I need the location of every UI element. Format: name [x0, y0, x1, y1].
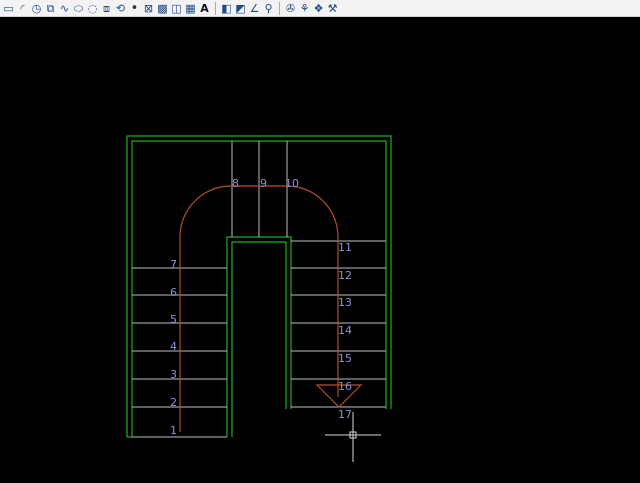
- toolbar-separator: [279, 1, 280, 15]
- layer-tool-icon[interactable]: ◧: [220, 1, 233, 16]
- rectangle-tool-icon[interactable]: ▭: [2, 1, 15, 16]
- step-number-label: 7: [170, 258, 177, 271]
- spline-tool-icon[interactable]: ∿: [58, 1, 71, 16]
- crosshair-cursor: [325, 412, 381, 462]
- step-number-label: 1: [170, 424, 177, 437]
- step-number-label: 14: [338, 324, 352, 337]
- walk-line: [179, 185, 363, 432]
- circle-tool-icon[interactable]: ◷: [30, 1, 43, 16]
- inner-wall-line: [231, 241, 287, 437]
- step-number-label: 9: [260, 177, 267, 190]
- draw-toolbar: ▭ ◜ ◷ ⧉ ∿ ⬭ ◌ ⧈ ⟲ • ⊠ ▩ ◫ ▦ A ◧ ◩ ∠ ⚲ ✇ ⚘ ❖ ⚒: [0, 0, 640, 17]
- angle-tool-icon[interactable]: ∠: [248, 1, 261, 16]
- step-number-label: 11: [338, 241, 352, 254]
- hatch-tool-icon[interactable]: ⊠: [142, 1, 155, 16]
- layer-state-tool-icon[interactable]: ✇: [284, 1, 297, 16]
- step-number-label: 4: [170, 340, 177, 353]
- step-number-label: 10: [285, 177, 299, 190]
- revision-cloud-tool-icon[interactable]: ⧉: [44, 1, 57, 16]
- ellipse-tool-icon[interactable]: ⬭: [72, 1, 85, 16]
- table-tool-icon[interactable]: ▦: [184, 1, 197, 16]
- properties-tool-icon[interactable]: ◩: [234, 1, 247, 16]
- ellipse-arc-tool-icon[interactable]: ◌: [86, 1, 99, 16]
- gradient-tool-icon[interactable]: ▩: [156, 1, 169, 16]
- layer-freeze-tool-icon[interactable]: ❖: [312, 1, 325, 16]
- step-number-label: 16: [338, 380, 352, 393]
- step-number-label: 3: [170, 368, 177, 381]
- step-number-label: 15: [338, 352, 352, 365]
- step-number-label: 6: [170, 286, 177, 299]
- inner-wall-line: [226, 236, 292, 437]
- layer-off-tool-icon[interactable]: ⚒: [326, 1, 339, 16]
- step-number-label: 5: [170, 313, 177, 326]
- step-number-label: 2: [170, 396, 177, 409]
- toolbar-separator: [215, 1, 216, 15]
- step-number-label: 17: [338, 408, 352, 421]
- match-properties-tool-icon[interactable]: ⚲: [262, 1, 275, 16]
- insert-block-tool-icon[interactable]: ⧈: [100, 1, 113, 16]
- region-tool-icon[interactable]: ◫: [170, 1, 183, 16]
- draw-tools-group: ▭ ◜ ◷ ⧉ ∿ ⬭ ◌ ⧈ ⟲ • ⊠ ▩ ◫ ▦ A: [2, 0, 212, 17]
- arc-tool-icon[interactable]: ◜: [16, 1, 29, 16]
- step-number-label: 8: [232, 177, 239, 190]
- modify-tools-group: ◧ ◩ ∠ ⚲: [220, 0, 276, 17]
- drawing-canvas[interactable]: 12345678 9 1011121314151617: [0, 17, 640, 483]
- step-number-label: 12: [338, 269, 352, 282]
- point-tool-icon[interactable]: •: [128, 1, 141, 16]
- step-number-label: 13: [338, 296, 352, 309]
- layer-isolate-tool-icon[interactable]: ⚘: [298, 1, 311, 16]
- layer-tools-group: ✇ ⚘ ❖ ⚒: [284, 0, 340, 17]
- step-numbers: 12345678 9 1011121314151617: [170, 177, 352, 437]
- make-block-tool-icon[interactable]: ⟲: [114, 1, 127, 16]
- text-tool-icon[interactable]: A: [198, 1, 211, 16]
